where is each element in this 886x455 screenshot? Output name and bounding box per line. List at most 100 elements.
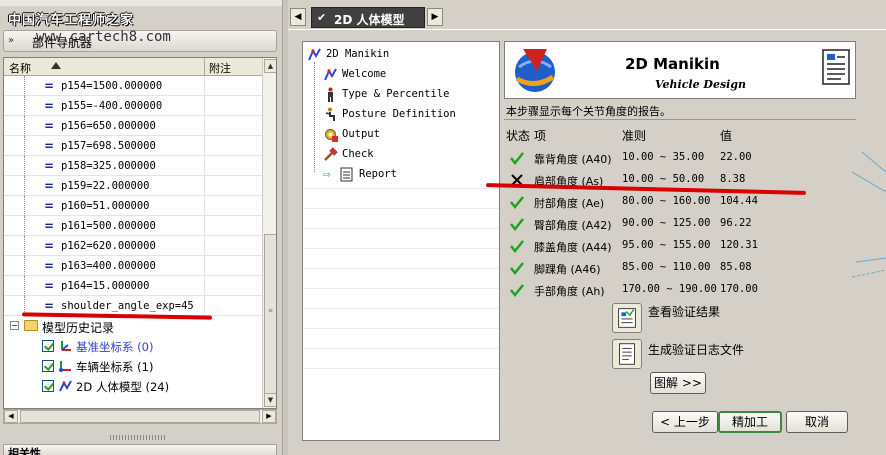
expression-row[interactable]: = p158=325.000000 <box>4 156 262 176</box>
check-hammer-icon <box>324 147 338 161</box>
legend-button[interactable]: 图解 >> <box>650 372 706 394</box>
table-separator <box>504 119 856 120</box>
tab-2d-manikin[interactable]: ✔ 2D 人体模型 <box>311 7 425 28</box>
expression-row[interactable]: = p164=15.000000 <box>4 276 262 296</box>
tree-connector <box>24 76 25 96</box>
collapse-box-icon[interactable]: − <box>10 321 19 330</box>
header-value: 值 <box>720 129 733 143</box>
expression-row[interactable]: = p160=51.000000 <box>4 196 262 216</box>
history-node[interactable]: − 模型历史记录 <box>4 316 262 336</box>
cancel-button[interactable]: 取消 <box>786 411 848 433</box>
welcome-icon <box>324 68 337 81</box>
history-item-2d-manikin[interactable]: 2D 人体模型 (24) <box>4 376 262 396</box>
check-mark-icon: ✔ <box>317 11 327 24</box>
expression-label: p161=500.000000 <box>61 220 156 232</box>
expression-row[interactable]: = p157=698.500000 <box>4 136 262 156</box>
history-item-vehicle-csys[interactable]: 车辆坐标系 (1) <box>4 356 262 376</box>
expression-row[interactable]: = p161=500.000000 <box>4 216 262 236</box>
tree-connector <box>314 62 315 172</box>
list-grid-line <box>303 208 499 209</box>
tree-connector <box>24 156 25 176</box>
expression-row[interactable]: = p156=650.000000 <box>4 116 262 136</box>
expression-row[interactable]: = p162=620.000000 <box>4 236 262 256</box>
report-document-icon <box>822 49 850 85</box>
scroll-thumb[interactable] <box>20 410 260 423</box>
table-row: 膝盖角度 (A44) 95.00 ~ 155.00 120.31 <box>504 235 856 257</box>
view-result-label[interactable]: 查看验证结果 <box>648 303 720 320</box>
tree-connector <box>24 176 25 196</box>
panel-splitter-grip[interactable] <box>110 435 165 440</box>
list-grid-line <box>303 228 499 229</box>
expression-equals-icon: = <box>44 179 55 193</box>
part-navigator-tree[interactable]: 名称 附注 = p154=1500.000000 = p155=-400.000000… <box>3 57 277 409</box>
list-grid-line <box>303 368 499 369</box>
tree-connector <box>24 276 25 296</box>
expression-row[interactable]: = p163=400.000000 <box>4 256 262 276</box>
step-label: Check <box>342 148 374 160</box>
criteria-cell: 80.00 ~ 160.00 <box>622 195 711 207</box>
tree-connector <box>24 236 25 256</box>
step-label: Report <box>359 168 397 180</box>
person-icon <box>328 87 333 102</box>
finish-button[interactable]: 精加工 <box>718 411 782 433</box>
manikin-root-icon <box>308 48 321 61</box>
report-description: 本步骤显示每个关节角度的报告。 <box>506 105 671 118</box>
table-row: 靠背角度 (A40) 10.00 ~ 35.00 22.00 <box>504 147 856 169</box>
step-label: Output <box>342 128 380 140</box>
manikin-feature-icon <box>59 380 72 392</box>
step-label: 2D Manikin <box>326 48 390 60</box>
previous-step-button[interactable]: < 上一步 <box>652 411 718 433</box>
tab-scroll-right-icon[interactable]: ▶ <box>427 8 443 26</box>
expression-row[interactable]: = p154=1500.000000 <box>4 76 262 96</box>
column-name-header[interactable]: 名称 <box>9 60 31 76</box>
expression-row[interactable]: = p159=22.000000 <box>4 176 262 196</box>
scroll-up-arrow-icon[interactable]: ▲ <box>264 59 276 73</box>
history-item-datum-csys[interactable]: 基准坐标系 (0) <box>4 336 262 356</box>
pass-check-icon <box>510 262 524 276</box>
scroll-right-arrow-icon[interactable]: ▶ <box>262 410 276 423</box>
table-row: 手部角度 (Ah) 170.00 ~ 190.00 170.00 <box>504 279 856 301</box>
tree-vertical-scrollbar[interactable]: ▲ ≡ ▼ <box>262 58 276 408</box>
header-status: 状态 <box>506 129 531 143</box>
step-label: Type & Percentile <box>342 88 450 100</box>
expression-equals-icon: = <box>44 219 55 233</box>
folder-icon <box>24 320 38 331</box>
history-item-label: 车辆坐标系 (1) <box>76 360 154 374</box>
list-grid-line <box>303 288 499 289</box>
visibility-checkbox[interactable] <box>42 340 54 352</box>
gen-log-button[interactable] <box>612 339 642 369</box>
item-cell: 靠背角度 (A40) <box>534 153 612 166</box>
sort-ascending-icon[interactable] <box>51 62 61 69</box>
scroll-down-arrow-icon[interactable]: ▼ <box>264 393 276 407</box>
expression-equals-icon: = <box>44 239 55 253</box>
expression-label: p158=325.000000 <box>61 160 156 172</box>
banner-title: 2D Manikin <box>625 55 720 73</box>
collapse-chevron-icon[interactable]: » <box>8 35 14 46</box>
dependencies-header[interactable]: 相关性 <box>3 444 277 455</box>
wizard-steps-tree[interactable]: 2D Manikin Welcome Type & Percentile Pos… <box>302 41 500 441</box>
tab-label: 2D 人体模型 <box>334 13 405 27</box>
tab-underline <box>288 29 886 30</box>
column-divider[interactable] <box>204 58 205 76</box>
visibility-checkbox[interactable] <box>42 360 54 372</box>
pass-check-icon <box>510 218 524 232</box>
tab-scroll-left-icon[interactable]: ◀ <box>290 8 306 26</box>
step-label: Posture Definition <box>342 108 456 120</box>
table-row: 臀部角度 (A42) 90.00 ~ 125.00 96.22 <box>504 213 856 235</box>
expression-row[interactable]: = p155=-400.000000 <box>4 96 262 116</box>
criteria-cell: 95.00 ~ 155.00 <box>622 239 711 251</box>
item-cell: 肘部角度 (Ae) <box>534 197 605 210</box>
visibility-checkbox[interactable] <box>42 380 54 392</box>
scroll-thumb[interactable]: ≡ <box>264 234 276 394</box>
gen-log-label[interactable]: 生成验证日志文件 <box>648 341 744 358</box>
scroll-left-arrow-icon[interactable]: ◀ <box>4 410 18 423</box>
tree-column-header: 名称 附注 <box>4 58 262 76</box>
value-cell: 96.22 <box>720 217 752 229</box>
history-item-label: 2D 人体模型 (24) <box>76 380 170 394</box>
column-note-header[interactable]: 附注 <box>209 60 231 76</box>
tree-horizontal-scrollbar[interactable]: ◀ ▶ <box>3 409 277 424</box>
view-result-button[interactable] <box>612 303 642 333</box>
datum-csys-icon <box>61 341 71 351</box>
background-geometry-fragment <box>852 151 886 278</box>
history-node-label: 模型历史记录 <box>42 321 115 335</box>
